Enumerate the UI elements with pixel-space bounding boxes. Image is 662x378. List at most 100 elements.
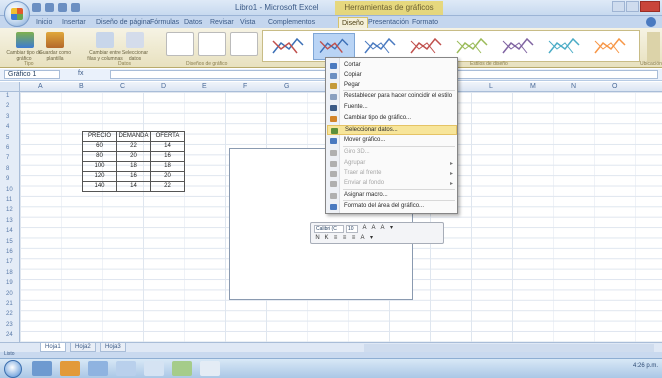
mini-toolbar-button[interactable]: K <box>323 235 330 242</box>
tab-presentacion[interactable]: Presentación <box>368 17 409 28</box>
chart-style-6[interactable] <box>497 33 539 60</box>
mini-toolbar-button[interactable]: A <box>379 225 386 232</box>
row-header-8[interactable]: 8 <box>6 166 9 172</box>
chart-style-1[interactable] <box>267 33 309 60</box>
chart-style-8[interactable] <box>589 33 631 60</box>
table-cell[interactable]: 18 <box>116 161 151 172</box>
chart-layout-3-icon[interactable] <box>230 32 258 56</box>
row-header-12[interactable]: 12 <box>6 207 13 213</box>
row-header-23[interactable]: 23 <box>6 322 13 328</box>
fx-icon[interactable]: fx <box>78 70 104 79</box>
menu-item-chart-type[interactable]: Cambiar tipo de gráfico... <box>327 114 457 124</box>
column-header-o[interactable]: O <box>612 83 617 90</box>
mini-toolbar-button[interactable]: ≡ <box>332 235 339 242</box>
table-cell[interactable]: 14 <box>116 181 151 192</box>
row-header-4[interactable]: 4 <box>6 124 9 130</box>
menu-item-format-area[interactable]: Formato del área del gráfico... <box>327 202 457 212</box>
mini-toolbar-button[interactable]: A <box>359 235 366 242</box>
office-button[interactable] <box>4 1 30 27</box>
row-header-20[interactable]: 20 <box>6 291 13 297</box>
tab-insertar[interactable]: Insertar <box>62 17 86 28</box>
row-header-24[interactable]: 24 <box>6 332 13 338</box>
header-cell[interactable]: DEMANDA <box>116 131 151 142</box>
chart-style-2[interactable] <box>313 33 355 60</box>
chart-style-4[interactable] <box>405 33 447 60</box>
redo-icon[interactable] <box>58 3 67 12</box>
column-header-g[interactable]: G <box>284 83 289 90</box>
sheet-tab-1[interactable]: Hoja1 <box>40 343 66 352</box>
change-chart-type-icon[interactable] <box>16 32 34 48</box>
mini-toolbar-button[interactable]: ▾ <box>368 235 375 242</box>
row-header-6[interactable]: 6 <box>6 145 9 151</box>
table-cell[interactable]: 18 <box>150 161 185 172</box>
chart-layout-1-icon[interactable] <box>166 32 194 56</box>
font-size-box[interactable]: 10 <box>346 225 358 233</box>
column-header-f[interactable]: F <box>243 83 247 90</box>
excel-taskbar-icon[interactable] <box>172 361 192 376</box>
undo-icon[interactable] <box>45 3 54 12</box>
row-header-21[interactable]: 21 <box>6 301 13 307</box>
header-cell[interactable]: OFERTA <box>150 131 185 142</box>
column-header-m[interactable]: M <box>530 83 536 90</box>
move-chart-button[interactable] <box>647 32 660 62</box>
menu-item-reset-style[interactable]: Restablecer para hacer coincidir el esti… <box>327 92 457 102</box>
row-header-9[interactable]: 9 <box>6 176 9 182</box>
row-header-10[interactable]: 10 <box>6 187 13 193</box>
save-template-icon[interactable] <box>46 32 64 48</box>
start-button[interactable] <box>4 360 22 378</box>
table-cell[interactable]: 20 <box>150 171 185 182</box>
tab-diseno[interactable]: Diseño <box>338 17 368 28</box>
row-header-14[interactable]: 14 <box>6 228 13 234</box>
table-cell[interactable]: 100 <box>82 161 117 172</box>
row-header-17[interactable]: 17 <box>6 259 13 265</box>
table-cell[interactable]: 16 <box>150 151 185 162</box>
menu-item-move-chart[interactable]: Mover gráfico... <box>327 136 457 146</box>
row-header-13[interactable]: 13 <box>6 218 13 224</box>
row-header-2[interactable]: 2 <box>6 103 9 109</box>
row-header-3[interactable]: 3 <box>6 114 9 120</box>
sheet-tab-2[interactable]: Hoja2 <box>70 343 96 352</box>
header-cell[interactable]: PRECIO <box>82 131 117 142</box>
switch-row-column-icon[interactable] <box>96 32 114 48</box>
column-header-n[interactable]: N <box>571 83 576 90</box>
table-cell[interactable]: 140 <box>82 181 117 192</box>
mini-toolbar-button[interactable]: A <box>370 225 377 232</box>
table-cell[interactable]: 22 <box>116 141 151 152</box>
select-all-corner[interactable] <box>0 82 20 92</box>
tab-revisar[interactable]: Revisar <box>210 17 234 28</box>
column-header-a[interactable]: A <box>38 83 43 90</box>
column-header-b[interactable]: B <box>79 83 84 90</box>
tab-vista[interactable]: Vista <box>240 17 255 28</box>
tab-diseno-pagina[interactable]: Diseño de página <box>96 17 151 28</box>
chart-style-5[interactable] <box>451 33 493 60</box>
row-header-18[interactable]: 18 <box>6 270 13 276</box>
row-header-7[interactable]: 7 <box>6 155 9 161</box>
save-icon[interactable] <box>32 3 41 12</box>
name-box[interactable]: Gráfico 1 <box>4 70 60 79</box>
table-cell[interactable]: 60 <box>82 141 117 152</box>
column-header-e[interactable]: E <box>202 83 207 90</box>
close-button[interactable] <box>640 1 660 12</box>
row-header-19[interactable]: 19 <box>6 280 13 286</box>
media-icon[interactable] <box>88 361 108 376</box>
row-header-22[interactable]: 22 <box>6 311 13 317</box>
tab-formato[interactable]: Formato <box>412 17 438 28</box>
chart-layout-2-icon[interactable] <box>198 32 226 56</box>
menu-item-copy[interactable]: Copiar <box>327 71 457 81</box>
row-header-15[interactable]: 15 <box>6 239 13 245</box>
sheet-tab-3[interactable]: Hoja3 <box>100 343 126 352</box>
help-icon[interactable] <box>646 17 656 27</box>
column-header-d[interactable]: D <box>161 83 166 90</box>
word-icon[interactable] <box>116 361 136 376</box>
explorer-icon[interactable] <box>32 361 52 376</box>
mini-toolbar-button[interactable]: ▾ <box>388 225 395 232</box>
chart-style-3[interactable] <box>359 33 401 60</box>
mini-toolbar-button[interactable]: ≡ <box>341 235 348 242</box>
maximize-button[interactable] <box>626 1 639 12</box>
table-cell[interactable]: 120 <box>82 171 117 182</box>
menu-item-font[interactable]: Fuente... <box>327 103 457 113</box>
table-cell[interactable]: 14 <box>150 141 185 152</box>
pen-icon[interactable] <box>200 361 220 376</box>
row-header-5[interactable]: 5 <box>6 135 9 141</box>
mini-toolbar-button[interactable]: A <box>361 225 368 232</box>
